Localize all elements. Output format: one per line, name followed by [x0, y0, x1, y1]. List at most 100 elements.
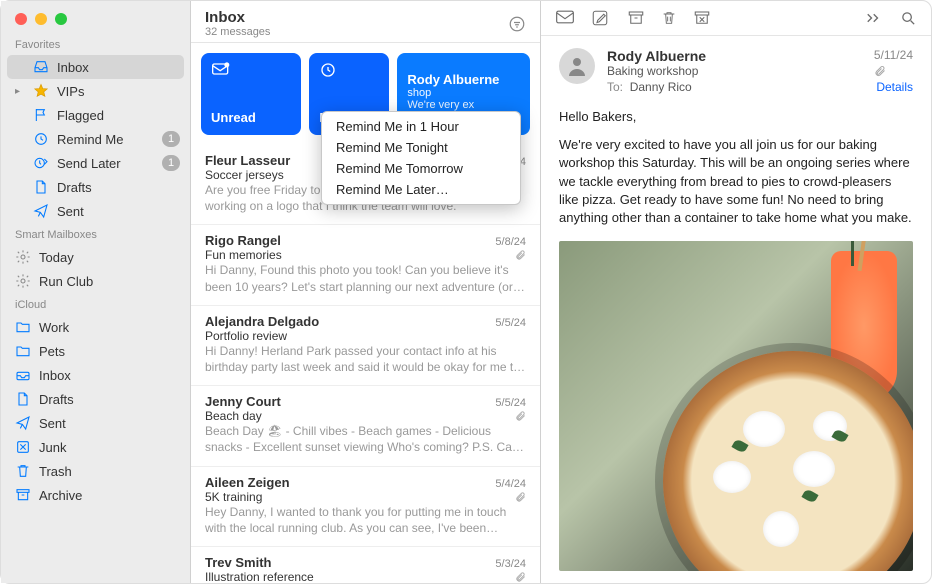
message-sender: Rigo Rangel	[205, 233, 281, 248]
envelope-icon[interactable]	[555, 9, 575, 27]
sidebar-item-label: Sent	[39, 416, 180, 431]
sidebar-item-label: Archive	[39, 488, 180, 503]
minimize-button[interactable]	[35, 13, 47, 25]
sidebar-item-drafts[interactable]: Drafts	[1, 387, 190, 411]
sidebar-item-label: Trash	[39, 464, 180, 479]
sidebar-item-run-club[interactable]: Run Club	[1, 269, 190, 293]
clock-send-icon	[33, 155, 49, 171]
sidebar-item-drafts[interactable]: Drafts	[1, 175, 190, 199]
envelope-badge-icon	[211, 61, 231, 77]
attachment-icon	[515, 410, 526, 422]
message-subject: Beach day	[205, 409, 262, 423]
sidebar-item-label: Remind Me	[57, 132, 154, 147]
sidebar-item-label: Inbox	[39, 368, 180, 383]
sidebar-item-flagged[interactable]: Flagged	[1, 103, 190, 127]
message-preview: Beach Day 🏖 - Chill vibes - Beach games …	[205, 423, 526, 455]
folder-icon	[15, 319, 31, 335]
maximize-button[interactable]	[55, 13, 67, 25]
message-row[interactable]: Aileen Zeigen5/4/245K trainingHey Danny,…	[191, 467, 540, 547]
close-button[interactable]	[15, 13, 27, 25]
flag-icon	[33, 107, 49, 123]
message-date: 5/5/24	[495, 397, 526, 409]
message-list-pane: Inbox 32 messages Unread Rem Rody A	[191, 1, 541, 583]
sidebar-item-archive[interactable]: Archive	[1, 483, 190, 507]
message-date: 5/4/24	[495, 478, 526, 490]
sidebar-item-junk[interactable]: Junk	[1, 435, 190, 459]
message-subject: Portfolio review	[205, 329, 287, 343]
sidebar: Favorites Inbox▸VIPsFlaggedRemind Me1Sen…	[1, 1, 191, 583]
gear-icon	[15, 249, 31, 265]
attachment-icon	[515, 491, 526, 503]
sidebar-item-trash[interactable]: Trash	[1, 459, 190, 483]
chevron-right-icon[interactable]: ▸	[15, 86, 25, 97]
trash-icon	[15, 463, 31, 479]
message-subject: Soccer jerseys	[205, 168, 284, 182]
menu-item-later[interactable]: Remind Me Later…	[322, 179, 520, 200]
message-list[interactable]: Fleur Lasseur5/10/24Soccer jerseysAre yo…	[191, 145, 540, 583]
doc-icon	[33, 179, 49, 195]
sidebar-item-label: Drafts	[39, 392, 180, 407]
sidebar-item-label: Inbox	[57, 60, 174, 75]
sidebar-item-pets[interactable]: Pets	[1, 339, 190, 363]
sidebar-item-inbox[interactable]: Inbox	[7, 55, 184, 79]
sidebar-item-sent[interactable]: Sent	[1, 199, 190, 223]
sidebar-item-label: VIPs	[57, 84, 180, 99]
sidebar-item-send-later[interactable]: Send Later 1	[1, 151, 190, 175]
remind-context-menu: Remind Me in 1 Hour Remind Me Tonight Re…	[321, 111, 521, 205]
message-date: 5/5/24	[495, 317, 526, 329]
reader-to: To: Danny Rico	[607, 80, 862, 94]
reader-pane: Rody Albuerne Baking workshop To: Danny …	[541, 1, 931, 583]
card-unread[interactable]: Unread	[201, 53, 301, 135]
menu-item-1hour[interactable]: Remind Me in 1 Hour	[322, 116, 520, 137]
sidebar-item-inbox[interactable]: Inbox	[1, 363, 190, 387]
details-link[interactable]: Details	[874, 80, 913, 94]
message-subject: Illustration reference	[205, 570, 314, 583]
sidebar-item-sent[interactable]: Sent	[1, 411, 190, 435]
email-image	[559, 241, 913, 571]
more-icon[interactable]	[864, 11, 882, 25]
compose-icon[interactable]	[591, 9, 609, 27]
sidebar-item-label: Flagged	[57, 108, 180, 123]
tray-icon	[15, 367, 31, 383]
menu-item-tonight[interactable]: Remind Me Tonight	[322, 137, 520, 158]
message-sender: Alejandra Delgado	[205, 314, 319, 329]
menu-item-tomorrow[interactable]: Remind Me Tomorrow	[322, 158, 520, 179]
message-count: 32 messages	[205, 26, 270, 38]
message-row[interactable]: Trev Smith5/3/24Illustration referenceHi…	[191, 547, 540, 583]
message-preview: Hey Danny, I wanted to thank you for put…	[205, 504, 526, 536]
sidebar-item-vips[interactable]: ▸ VIPs	[1, 79, 190, 103]
sidebar-section-favorites: Favorites	[1, 33, 190, 55]
filter-icon[interactable]	[508, 15, 526, 33]
sidebar-item-remind-me[interactable]: Remind Me 1	[1, 127, 190, 151]
trash-icon[interactable]	[661, 9, 677, 27]
reader-from: Rody Albuerne	[607, 48, 862, 64]
message-sender: Trev Smith	[205, 555, 271, 570]
count-badge: 1	[162, 155, 180, 171]
window-controls	[1, 1, 190, 33]
top-cards: Unread Rem Rody Albuerne shop We're very…	[191, 43, 540, 145]
mailbox-title: Inbox	[205, 9, 270, 26]
xbox-icon	[15, 439, 31, 455]
search-icon[interactable]	[900, 10, 917, 27]
sidebar-item-label: Send Later	[57, 156, 154, 171]
archive-icon	[15, 487, 31, 503]
sender-avatar	[559, 48, 595, 84]
message-row[interactable]: Jenny Court5/5/24Beach dayBeach Day 🏖 - …	[191, 386, 540, 466]
attachment-icon	[515, 249, 526, 261]
reader-toolbar	[541, 1, 931, 36]
paperplane-icon	[33, 203, 49, 219]
sidebar-item-work[interactable]: Work	[1, 315, 190, 339]
archive-icon[interactable]	[627, 9, 645, 27]
message-row[interactable]: Rigo Rangel5/8/24Fun memoriesHi Danny, F…	[191, 225, 540, 305]
sidebar-section-icloud: iCloud	[1, 293, 190, 315]
sidebar-item-today[interactable]: Today	[1, 245, 190, 269]
message-sender: Aileen Zeigen	[205, 475, 290, 490]
sidebar-item-label: Sent	[57, 204, 180, 219]
sidebar-item-label: Drafts	[57, 180, 180, 195]
star-icon	[33, 83, 49, 99]
message-row[interactable]: Alejandra Delgado5/5/24Portfolio reviewH…	[191, 306, 540, 386]
junk-icon[interactable]	[693, 9, 711, 27]
sidebar-item-label: Pets	[39, 344, 180, 359]
count-badge: 1	[162, 131, 180, 147]
sidebar-item-label: Today	[39, 250, 180, 265]
